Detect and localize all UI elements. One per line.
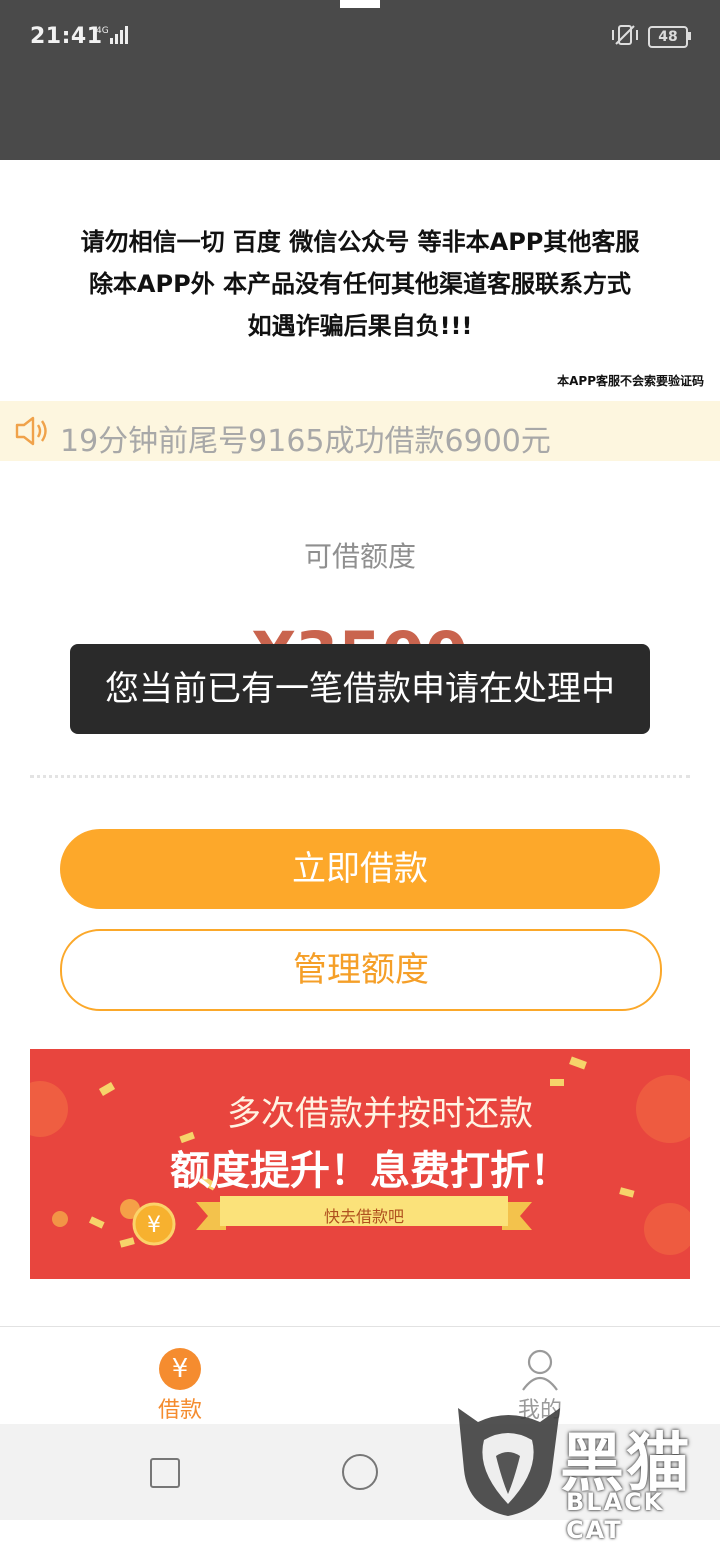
- svg-text:4G: 4G: [96, 26, 109, 36]
- banner-subheadline: 额度提升！息费打折！: [170, 1148, 570, 1194]
- notice-line-2: 除本APP外 本产品没有任何其他渠道客服联系方式: [88, 270, 632, 298]
- notice-verification-warning: 本APP客服不会索要验证码: [557, 374, 704, 388]
- banner-cta[interactable]: 快去借款吧: [196, 1203, 532, 1227]
- banner-headline: 多次借款并按时还款: [227, 1094, 533, 1134]
- dotted-divider: [30, 775, 690, 778]
- watermark-text-en: BLACK CAT: [566, 1488, 665, 1544]
- yen-icon[interactable]: ¥: [159, 1348, 201, 1390]
- vibrate-icon: [612, 25, 638, 45]
- notice-line-1: 请勿相信一切 百度 微信公众号 等非本APP其他客服: [80, 228, 640, 256]
- credit-limit-label: 可借额度: [303, 540, 416, 573]
- speaker-icon: [15, 416, 47, 446]
- battery-icon: 48: [648, 26, 688, 48]
- home-button[interactable]: [342, 1454, 378, 1490]
- tab-loan-label[interactable]: 借款: [150, 1392, 210, 1424]
- manage-limit-button[interactable]: 管理额度: [60, 929, 662, 1011]
- bottom-tab-bar: [0, 1326, 720, 1425]
- toast-message: 您当前已有一笔借款申请在处理中: [70, 644, 650, 734]
- person-icon[interactable]: [520, 1348, 560, 1392]
- status-time: 21:41: [30, 24, 103, 49]
- battery-tip: [688, 32, 691, 40]
- recent-apps-button[interactable]: [150, 1458, 180, 1488]
- top-indicator: [340, 0, 380, 8]
- notice-line-3: 如遇诈骗后果自负!!!: [247, 312, 473, 340]
- svg-text:¥: ¥: [147, 1213, 161, 1238]
- announcement-text: 19分钟前尾号9165成功借款6900元: [60, 424, 551, 459]
- coin-icon: ¥: [132, 1202, 176, 1246]
- signal-icon: 4G: [96, 26, 128, 44]
- black-cat-logo: [458, 1408, 560, 1516]
- borrow-now-button[interactable]: 立即借款: [60, 829, 660, 909]
